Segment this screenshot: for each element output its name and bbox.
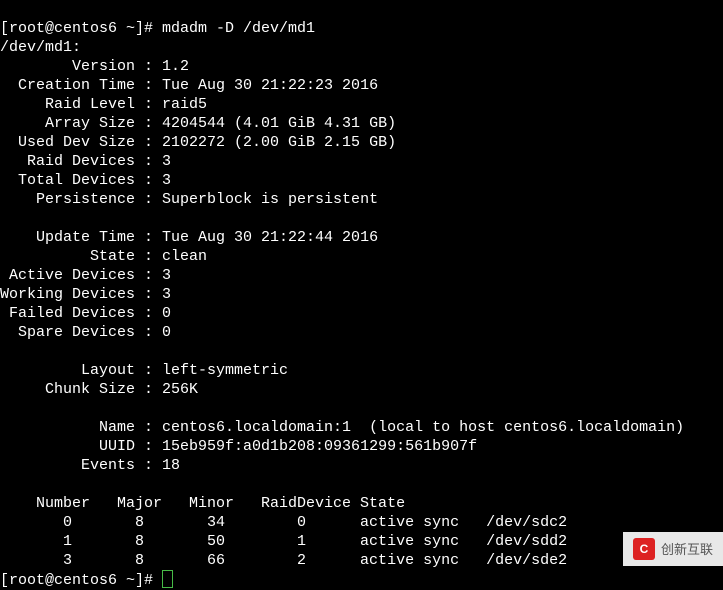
- field-spare-devices: Spare Devices : 0: [0, 324, 171, 341]
- field-total-devices: Total Devices : 3: [0, 172, 171, 189]
- device-table-header: Number Major Minor RaidDevice State: [0, 495, 405, 512]
- field-layout: Layout : left-symmetric: [0, 362, 288, 379]
- field-failed-devices: Failed Devices : 0: [0, 305, 171, 322]
- device-path: /dev/md1:: [0, 39, 81, 56]
- table-row: 0 8 34 0 active sync /dev/sdc2: [0, 514, 567, 531]
- field-version: Version : 1.2: [0, 58, 189, 75]
- terminal-output[interactable]: [root@centos6 ~]# mdadm -D /dev/md1 /dev…: [0, 0, 723, 590]
- cursor-icon: [162, 570, 173, 588]
- field-working-devices: Working Devices : 3: [0, 286, 171, 303]
- field-name: Name : centos6.localdomain:1 (local to h…: [0, 419, 684, 436]
- field-raid-level: Raid Level : raid5: [0, 96, 207, 113]
- field-uuid: UUID : 15eb959f:a0d1b208:09361299:561b90…: [0, 438, 477, 455]
- prompt-line-1: [root@centos6 ~]# mdadm -D /dev/md1: [0, 20, 315, 37]
- field-chunk-size: Chunk Size : 256K: [0, 381, 198, 398]
- watermark-logo-icon: C: [633, 538, 655, 560]
- table-row: 1 8 50 1 active sync /dev/sdd2: [0, 533, 567, 550]
- prompt-line-2[interactable]: [root@centos6 ~]#: [0, 572, 173, 589]
- field-persistence: Persistence : Superblock is persistent: [0, 191, 378, 208]
- field-array-size: Array Size : 4204544 (4.01 GiB 4.31 GB): [0, 115, 396, 132]
- field-raid-devices: Raid Devices : 3: [0, 153, 171, 170]
- watermark: C 创新互联: [623, 532, 723, 566]
- watermark-text: 创新互联: [661, 540, 713, 559]
- table-row: 3 8 66 2 active sync /dev/sde2: [0, 552, 567, 569]
- field-events: Events : 18: [0, 457, 180, 474]
- field-used-dev-size: Used Dev Size : 2102272 (2.00 GiB 2.15 G…: [0, 134, 396, 151]
- field-update-time: Update Time : Tue Aug 30 21:22:44 2016: [0, 229, 378, 246]
- field-creation-time: Creation Time : Tue Aug 30 21:22:23 2016: [0, 77, 378, 94]
- field-active-devices: Active Devices : 3: [0, 267, 171, 284]
- field-state: State : clean: [0, 248, 207, 265]
